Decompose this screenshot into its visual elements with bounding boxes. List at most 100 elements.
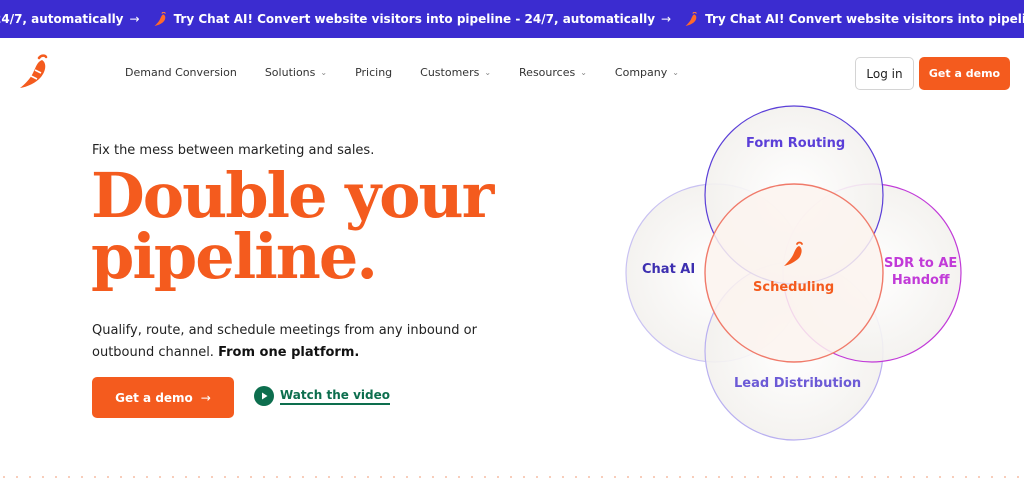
decor-dot: [315, 476, 317, 478]
decor-dot: [900, 476, 902, 478]
nav-links: Demand Conversion Solutions ⌄ Pricing Custom…: [125, 66, 707, 79]
chevron-down-icon: ⌄: [672, 68, 679, 77]
venn-circle-center: [704, 183, 884, 363]
decor-dot: [393, 476, 395, 478]
decor-dot: [666, 476, 668, 478]
arrow-right-icon: →: [661, 12, 672, 26]
decor-dot: [861, 476, 863, 478]
venn-label-form-routing: Form Routing: [746, 136, 846, 151]
decor-dot: [601, 476, 603, 478]
decor-dot: [718, 476, 720, 478]
decor-dot: [848, 476, 850, 478]
headline-line-1: Double your: [91, 159, 494, 232]
watch-video-link[interactable]: Watch the video: [254, 386, 390, 406]
decor-dot: [185, 476, 187, 478]
play-icon: [254, 386, 274, 406]
decor-dot: [250, 476, 252, 478]
venn-label-sdr-handoff: SDR to AE Handoff: [884, 255, 957, 289]
decor-dot: [627, 476, 629, 478]
decor-dot: [341, 476, 343, 478]
decor-dot: [874, 476, 876, 478]
decor-dot: [653, 476, 655, 478]
decor-dot: [926, 476, 928, 478]
decor-dot: [419, 476, 421, 478]
decor-dot: [276, 476, 278, 478]
nav-link-label: Company: [614, 66, 668, 79]
decor-dot: [198, 476, 200, 478]
decor-dot: [549, 476, 551, 478]
hero-subtext: Qualify, route, and schedule meetings fr…: [92, 320, 532, 364]
decor-dot: [224, 476, 226, 478]
decor-dot: [783, 476, 785, 478]
decor-dot: [991, 476, 993, 478]
decor-dot: [731, 476, 733, 478]
decor-dot: [471, 476, 473, 478]
pepper-logo-icon[interactable]: [17, 54, 51, 90]
venn-label-scheduling: Scheduling: [753, 280, 835, 295]
decor-dot: [835, 476, 837, 478]
decor-dot: [406, 476, 408, 478]
decor-dot: [367, 476, 369, 478]
nav-link-label: Pricing: [355, 66, 393, 79]
hero-tagline: Fix the mess between marketing and sales…: [92, 143, 375, 158]
banner-item-text: 24/7, automatically: [0, 12, 124, 26]
decor-dot: [692, 476, 694, 478]
decor-dot: [796, 476, 798, 478]
decor-dot: [42, 476, 44, 478]
chevron-down-icon: ⌄: [320, 68, 328, 77]
nav-link-pricing[interactable]: Pricing: [355, 66, 392, 79]
venn-label-chat-ai: Chat AI: [642, 262, 696, 277]
decor-dot: [939, 476, 941, 478]
decor-dot: [965, 476, 967, 478]
top-nav: Demand Conversion Solutions ⌄ Pricing Custom…: [0, 38, 1024, 108]
chevron-down-icon: ⌄: [484, 68, 492, 77]
decor-dot: [1017, 476, 1019, 478]
nav-link-demand-conversion[interactable]: Demand Conversion: [125, 66, 237, 79]
nav-link-company[interactable]: Company ⌄: [615, 66, 679, 79]
decor-dot: [94, 476, 96, 478]
login-button[interactable]: Log in: [855, 57, 914, 90]
decor-dot: [536, 476, 538, 478]
chevron-down-icon: ⌄: [580, 68, 587, 77]
decor-dot: [445, 476, 447, 478]
decor-dot: [16, 476, 18, 478]
decor-dot: [523, 476, 525, 478]
decor-dot: [1004, 476, 1006, 478]
product-venn-diagram: Form Routing Chat AI SDR to AE Handoff L…: [600, 105, 980, 465]
decor-dot: [770, 476, 772, 478]
banner-item[interactable]: 24/7, automatically →: [0, 12, 140, 26]
decor-dot: [120, 476, 122, 478]
decor-dot: [458, 476, 460, 478]
decor-dot: [497, 476, 499, 478]
headline-line-2: pipeline.: [91, 220, 378, 293]
decor-dot: [133, 476, 135, 478]
decor-dot: [887, 476, 889, 478]
pepper-icon: [154, 11, 168, 26]
watch-video-label: Watch the video: [280, 388, 390, 405]
decor-dot: [614, 476, 616, 478]
decor-dot: [354, 476, 356, 478]
decor-dot: [3, 476, 5, 478]
decor-dot: [822, 476, 824, 478]
decor-dot: [913, 476, 915, 478]
decor-dot: [29, 476, 31, 478]
banner-item[interactable]: Try Chat AI! Convert website visitors in…: [154, 11, 672, 26]
nav-link-resources[interactable]: Resources ⌄: [519, 66, 587, 79]
hero-headline: Double your pipeline.: [91, 159, 531, 293]
nav-link-label: Customers: [420, 66, 480, 79]
nav-link-label: Demand Conversion: [125, 66, 237, 79]
nav-link-label: Solutions: [264, 66, 316, 79]
nav-link-customers[interactable]: Customers ⌄: [420, 66, 491, 79]
get-demo-hero-button[interactable]: Get a demo →: [92, 377, 234, 418]
nav-link-solutions[interactable]: Solutions ⌄: [265, 66, 327, 79]
banner-track: 24/7, automatically → Try Chat AI! Convert…: [0, 0, 1024, 38]
banner-item-text: Try Chat AI! Convert website visitors in…: [705, 12, 1024, 26]
decor-dot: [510, 476, 512, 478]
decor-dot: [432, 476, 434, 478]
venn-label-sdr-line1: SDR to AE: [884, 256, 958, 271]
get-demo-nav-button[interactable]: Get a demo: [919, 57, 1010, 90]
banner-item[interactable]: Try Chat AI! Convert website visitors in…: [685, 11, 1024, 26]
get-demo-hero-label: Get a demo: [115, 390, 193, 405]
decor-dot: [302, 476, 304, 478]
announcement-banner[interactable]: 24/7, automatically → Try Chat AI! Convert…: [0, 0, 1024, 38]
